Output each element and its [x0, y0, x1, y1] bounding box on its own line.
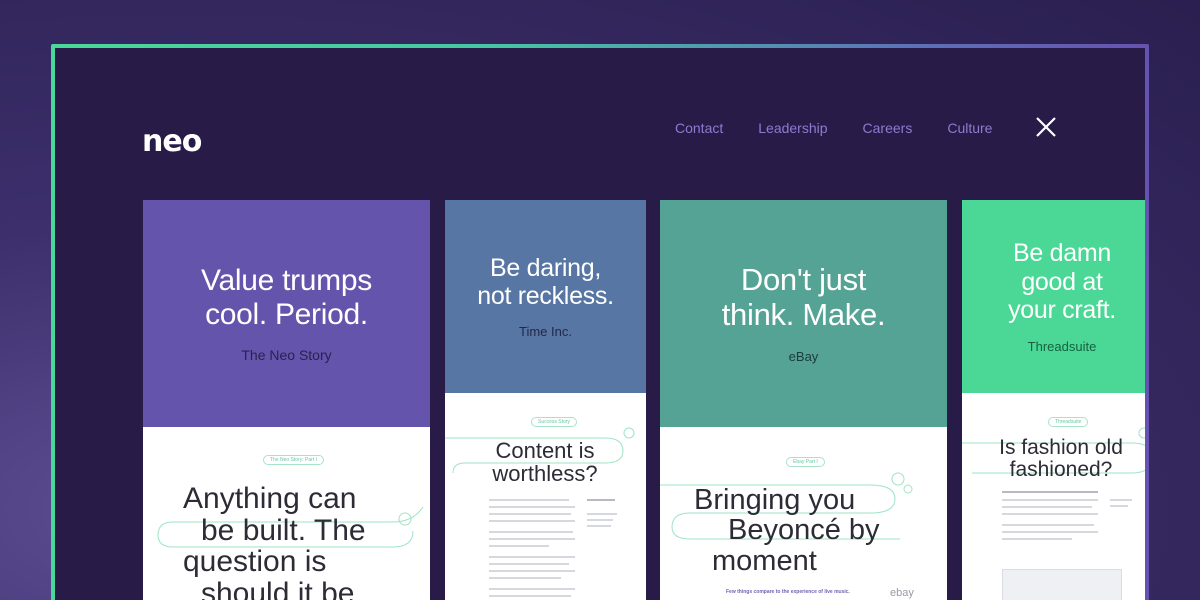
article-tag: The Neo Story: Part I [263, 455, 324, 465]
article-tag: Success Story [531, 417, 577, 427]
text-line [489, 588, 575, 590]
text-line [489, 577, 561, 579]
card-client: The Neo Story [241, 347, 332, 364]
article-footer-text: Few things compare to the experience of … [726, 589, 850, 595]
article-title: Content is worthless? [492, 438, 598, 487]
menu-overlay: neo Contact Leadership Careers Culture V… [55, 48, 1145, 600]
article-title: Bringing you Beyoncé by moment [694, 484, 880, 577]
card-hero: Don't just think. Make. eBay [660, 200, 947, 427]
ebay-logo: ebay [890, 587, 914, 599]
card-headline: Value trumps cool. Period. [201, 263, 372, 331]
case-study-card-threadsuite[interactable]: Be damn good at your craft. Threadsuite … [962, 200, 1145, 600]
text-line [1002, 531, 1098, 533]
card-client: Time Inc. [519, 324, 572, 339]
card-headline: Be daring, not reckless. [477, 254, 614, 310]
text-line [587, 519, 613, 521]
card-hero: Be daring, not reckless. Time Inc. [445, 200, 646, 393]
text-line [489, 538, 575, 540]
text-line [489, 570, 575, 572]
text-line [587, 499, 615, 501]
nav-culture[interactable]: Culture [947, 120, 992, 136]
text-line [489, 513, 571, 515]
case-study-card-neo-story[interactable]: Value trumps cool. Period. The Neo Story… [143, 200, 430, 600]
card-client: eBay [788, 348, 819, 364]
text-line [1002, 538, 1072, 540]
case-study-card-time-inc[interactable]: Be daring, not reckless. Time Inc. Succe… [445, 200, 646, 600]
text-line [489, 545, 549, 547]
article-preview: Threadsuite Is fashion old fashioned? [962, 393, 1145, 600]
text-line [489, 556, 575, 558]
text-line [587, 525, 611, 527]
case-study-card-ebay[interactable]: Don't just think. Make. eBay Ebay Part I… [660, 200, 947, 600]
text-line [489, 520, 575, 522]
text-line [489, 499, 569, 501]
text-line [1002, 499, 1098, 501]
text-line [1110, 505, 1128, 507]
text-line [489, 531, 573, 533]
nav-contact[interactable]: Contact [675, 120, 723, 136]
close-icon[interactable] [1035, 116, 1057, 138]
text-line [1002, 506, 1092, 508]
text-line [1002, 524, 1094, 526]
article-tag: Threadsuite [1048, 417, 1089, 427]
article-preview: Success Story Content is worthless? [445, 393, 646, 600]
nav-careers[interactable]: Careers [863, 120, 913, 136]
screenshot-thumbnail [1002, 569, 1122, 600]
text-line [1110, 499, 1132, 501]
text-line [489, 506, 575, 508]
neo-logo[interactable]: neo [142, 124, 202, 159]
card-client: Threadsuite [1027, 339, 1097, 355]
article-title: Is fashion old fashioned? [999, 436, 1123, 482]
article-preview: Ebay Part I Bringing you Beyoncé by mome… [660, 427, 947, 600]
card-hero: Value trumps cool. Period. The Neo Story [143, 200, 430, 427]
article-preview: The Neo Story: Part I Anything can be bu… [143, 427, 430, 600]
card-headline: Be damn good at your craft. [1008, 238, 1116, 325]
text-line [489, 563, 569, 565]
site-frame: neo Contact Leadership Careers Culture V… [51, 44, 1149, 600]
card-hero: Be damn good at your craft. Threadsuite [962, 200, 1145, 393]
main-nav: Contact Leadership Careers Culture [675, 120, 1027, 136]
text-line [489, 595, 571, 597]
card-headline: Don't just think. Make. [721, 262, 886, 332]
text-line [1002, 513, 1098, 515]
text-line [587, 513, 617, 515]
article-tag: Ebay Part I [786, 457, 825, 467]
article-title: Anything can be built. The question is s… [183, 482, 366, 600]
text-line [1002, 491, 1098, 493]
nav-leadership[interactable]: Leadership [758, 120, 827, 136]
